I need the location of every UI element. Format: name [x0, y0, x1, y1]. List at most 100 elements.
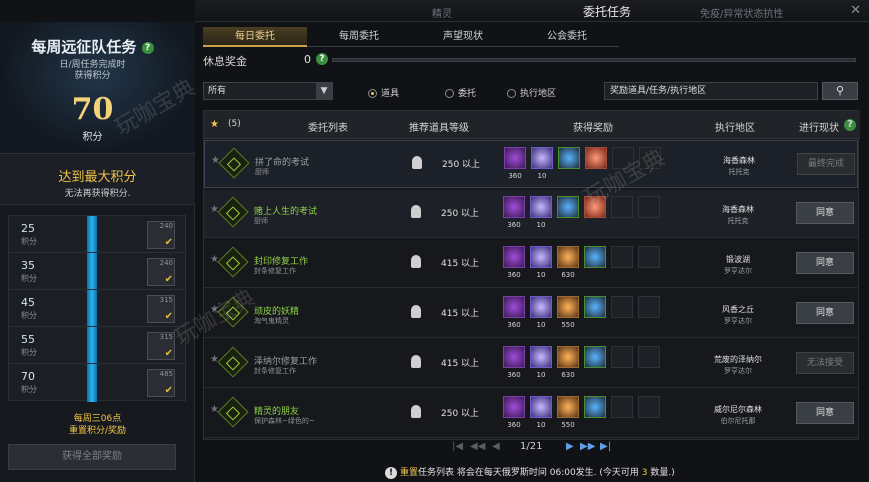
close-icon[interactable]: ✕: [850, 3, 861, 18]
tier-reward-count: 315: [159, 333, 173, 341]
table-row[interactable]: ★ 泽纳尔修复工作 封条修复工作 415 以上 360 10 630 荒废的泽纳尔 罗亨达尔 无法…: [204, 340, 858, 388]
quest-giver: 封条修复工作: [254, 367, 296, 375]
helmet-icon: [412, 156, 422, 169]
top-tab-commission[interactable]: 委托任务: [583, 3, 631, 20]
tab-weekly[interactable]: 每周委托: [307, 27, 411, 47]
page-next-block-icon[interactable]: ▶▶: [580, 441, 595, 452]
reward-item-icon[interactable]: [530, 246, 552, 268]
reward-quantity: 360: [507, 221, 521, 229]
action-button[interactable]: 同意: [796, 302, 854, 324]
tier-reward-slot[interactable]: 240 ✔: [147, 221, 175, 249]
search-button[interactable]: ⚲: [822, 82, 858, 100]
radio-region[interactable]: 执行地区: [507, 86, 556, 99]
reward-item-icon[interactable]: [531, 147, 553, 169]
reward-item-icon[interactable]: [504, 147, 526, 169]
tier-reward-slot[interactable]: 315 ✔: [147, 295, 175, 323]
tier-reward-slot[interactable]: 240 ✔: [147, 258, 175, 286]
location-region: 托托克: [727, 217, 749, 225]
status-help-icon[interactable]: ?: [844, 119, 856, 131]
reward-item-icon[interactable]: [557, 346, 579, 368]
reward-quantity: 630: [561, 271, 575, 279]
help-icon[interactable]: ?: [141, 41, 154, 54]
radio-item[interactable]: 道具: [368, 86, 399, 99]
claim-all-button[interactable]: 获得全部奖励: [8, 444, 176, 470]
table-row[interactable]: ★ 拼了命的考试 厨师 250 以上 360 10 海香森林 托托克 最终完成: [204, 140, 858, 188]
action-button[interactable]: 无法接受: [796, 352, 854, 374]
page-next-icon[interactable]: ▶: [566, 441, 574, 452]
star-icon[interactable]: ★: [210, 254, 219, 265]
reward-quantity: 10: [536, 271, 546, 279]
helmet-icon: [411, 255, 421, 268]
page-first-icon[interactable]: |◀: [452, 441, 463, 452]
reward-item-icon[interactable]: [530, 346, 552, 368]
action-button[interactable]: 最终完成: [797, 153, 855, 175]
tier-reward-slot[interactable]: 315 ✔: [147, 332, 175, 360]
max-points-title: 达到最大积分: [58, 170, 137, 185]
reward-item-icon[interactable]: [584, 396, 606, 418]
reward-item-icon[interactable]: [503, 296, 525, 318]
tab-reputation[interactable]: 声望现状: [411, 27, 515, 47]
tier-reward-slot[interactable]: 485 ✔: [147, 369, 175, 397]
reward-item-icon[interactable]: [558, 147, 580, 169]
tier-label: 积分: [21, 385, 37, 394]
reward-item-icon[interactable]: [557, 246, 579, 268]
table-row[interactable]: ★ 赌上人生的考试 厨师 250 以上 360 10 海香森林 托托克 同意: [204, 190, 858, 238]
tier-row: 70 积分 485 ✔: [8, 363, 186, 402]
reward-item-icon[interactable]: [584, 296, 606, 318]
location-name: 风香之丘: [722, 305, 754, 314]
favorite-star-icon[interactable]: ★: [210, 119, 219, 130]
reward-item-icon[interactable]: [584, 346, 606, 368]
star-icon[interactable]: ★: [211, 155, 220, 166]
action-button[interactable]: 同意: [796, 402, 854, 424]
location-name: 海香森林: [722, 205, 754, 214]
reward-item-icon[interactable]: [557, 196, 579, 218]
reward-item-icon[interactable]: [530, 196, 552, 218]
reward-item-icon[interactable]: [503, 396, 525, 418]
page-prev-icon[interactable]: ◀: [492, 441, 500, 452]
reward-item-icon[interactable]: [503, 346, 525, 368]
filter-dropdown[interactable]: 所有 ▼: [203, 82, 333, 100]
col-level: 推荐道具等级: [409, 123, 469, 134]
reward-item-icon[interactable]: [530, 296, 552, 318]
col-reward: 获得奖励: [573, 123, 613, 134]
page-prev-block-icon[interactable]: ◀◀: [470, 441, 485, 452]
table-row[interactable]: ★ 精灵的朋友 保护森林~绿色的~ 250 以上 360 10 550 威尔尼尔森林 伯尔尼托那…: [204, 390, 858, 438]
page-last-icon[interactable]: ▶|: [600, 441, 611, 452]
reward-item-icon[interactable]: [585, 147, 607, 169]
tier-label: 积分: [21, 311, 37, 320]
item-level: 415 以上: [441, 259, 480, 269]
star-icon[interactable]: ★: [210, 404, 219, 415]
reward-item-icon[interactable]: [503, 196, 525, 218]
helmet-icon: [411, 305, 421, 318]
reward-item-icon[interactable]: [503, 246, 525, 268]
reward-item-icon[interactable]: [557, 396, 579, 418]
top-bar: 精灵 委托任务 免疫/异常状态抗性 ✕: [195, 0, 869, 22]
radio-off-icon: [507, 89, 516, 98]
reward-item-icon[interactable]: [557, 296, 579, 318]
rest-bonus-value: 0: [304, 53, 311, 66]
top-tab-spirit[interactable]: 精灵: [432, 5, 452, 20]
rest-help-icon[interactable]: ?: [316, 53, 328, 65]
location-region: 罗亨达尔: [724, 267, 752, 275]
tier-progress-bar: [87, 290, 97, 328]
reward-item-icon[interactable]: [584, 246, 606, 268]
location-name: 锻波湖: [726, 255, 750, 264]
radio-commission[interactable]: 委托: [445, 86, 476, 99]
table-row[interactable]: ★ 封印修复工作 封条修复工作 415 以上 360 10 630 锻波湖 罗亨达尔 同意: [204, 240, 858, 288]
reward-empty-slot: [638, 346, 660, 368]
tab-daily[interactable]: 每日委托: [203, 27, 307, 47]
tab-guild[interactable]: 公会委托: [515, 27, 619, 47]
star-icon[interactable]: ★: [210, 354, 219, 365]
top-tab-immunity[interactable]: 免疫/异常状态抗性: [700, 5, 783, 20]
quest-icon: [218, 147, 250, 179]
action-button[interactable]: 同意: [796, 202, 854, 224]
reward-item-icon[interactable]: [530, 396, 552, 418]
tier-progress-bar: [87, 364, 97, 402]
reward-quantity: 550: [561, 421, 575, 429]
table-row[interactable]: ★ 顽皮的妖精 淘气鬼精灵 415 以上 360 10 550 风香之丘 罗亨达尔 同意: [204, 290, 858, 338]
action-button[interactable]: 同意: [796, 252, 854, 274]
star-icon[interactable]: ★: [210, 204, 219, 215]
reward-quantity: 10: [537, 172, 547, 180]
reward-empty-slot: [638, 396, 660, 418]
search-input[interactable]: 奖励道具/任务/执行地区: [604, 82, 818, 100]
